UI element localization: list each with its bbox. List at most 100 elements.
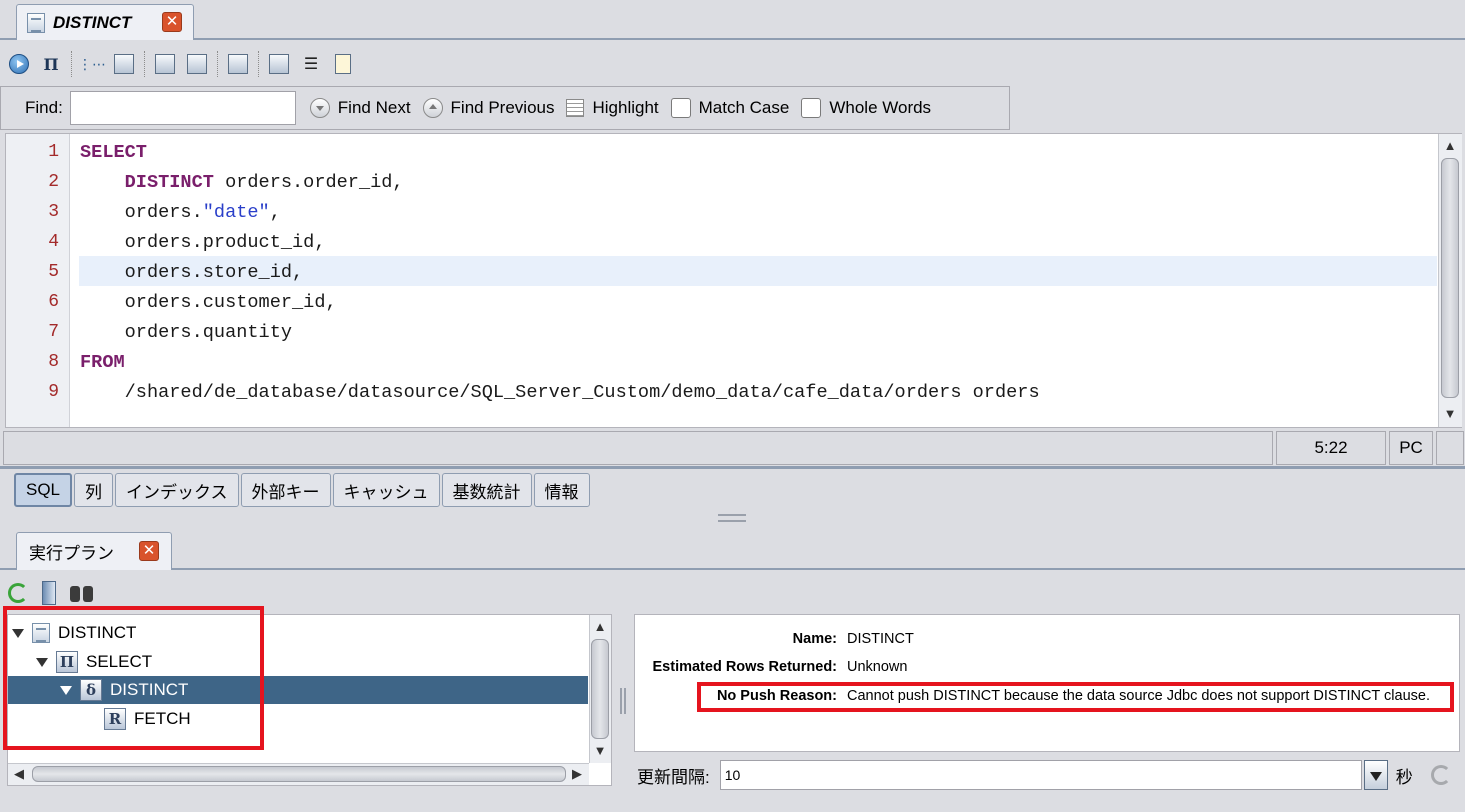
execution-plan-tab[interactable]: 実行プラン ✕ [16,532,172,570]
match-case-label: Match Case [698,98,790,117]
tab-foreign-keys[interactable]: 外部キー [240,473,331,507]
query-plan-button[interactable]: Π [39,52,63,76]
find-previous-button[interactable]: Find Previous [422,98,555,118]
toolbar-separator [144,51,145,77]
sql-editor[interactable]: 1 2 3 4 5 6 7 8 9 SELECT DISTINCT orders… [5,133,1462,428]
find-bar: Find: Find Next Find Previous Highlight … [0,86,1010,130]
line-number: 3 [48,202,59,222]
close-icon[interactable]: ✕ [162,12,182,32]
close-icon[interactable]: ✕ [139,541,159,561]
find-previous-label: Find Previous [450,98,555,117]
line-number: 6 [48,292,59,312]
object-tabs: SQL 列 インデックス 外部キー キャッシュ 基数統計 情報 [14,473,592,507]
tree-view-button[interactable]: ⋮⋯ [78,52,106,76]
arrow-down-icon [309,98,330,118]
format-button[interactable]: ☰ [299,52,323,76]
vertical-split-handle[interactable] [620,688,626,714]
tab-columns[interactable]: 列 [74,473,114,507]
refresh-icon[interactable] [8,583,28,603]
play-icon [9,54,29,74]
columns-icon[interactable] [42,581,56,605]
print-button[interactable] [112,52,136,76]
editor-tabbar: DISTINCT ✕ [0,0,1465,40]
scrollbar-thumb[interactable] [591,639,609,739]
toolbar-separator [258,51,259,77]
find-label: Find: [25,98,63,117]
code-line: orders."date", [80,202,281,223]
save-button[interactable] [153,52,177,76]
tab-cardinality[interactable]: 基数統計 [441,473,532,507]
code-text: orders.product_id, [124,232,326,253]
document-button[interactable] [331,52,355,76]
auto-refresh-icon[interactable] [1430,765,1451,785]
scrollbar-thumb[interactable] [32,766,566,782]
code-text: orders.store_id, [124,262,304,283]
execute-button[interactable] [7,52,31,76]
scrollbar-thumb[interactable] [1441,158,1459,398]
status-bar: 5:22 PC [3,431,1465,465]
tab-info[interactable]: 情報 [533,473,590,507]
tree-horizontal-scrollbar[interactable]: ◀ ▶ [8,763,589,785]
find-next-button[interactable]: Find Next [309,98,411,118]
code-text: , [269,202,281,223]
line-number: 1 [48,142,59,162]
interval-input[interactable] [719,760,1362,790]
highlight-icon [566,99,585,117]
scroll-up-icon[interactable]: ▲ [591,617,609,637]
sql-keyword: SELECT [80,142,147,163]
toolbar-separator [71,51,72,77]
status-message [3,431,1273,465]
code-line: orders.product_id, [80,232,326,253]
tab-cache[interactable]: キャッシュ [332,473,440,507]
code-text: orders.quantity [124,322,293,343]
match-case-checkbox[interactable]: Match Case [670,98,790,118]
new-query-button[interactable] [226,52,250,76]
plan-tab-label: 実行プラン [29,544,114,563]
document-icon [27,12,45,33]
code-line: DISTINCT orders.order_id, [80,172,404,193]
code-text: orders.order_id, [213,172,404,193]
line-number: 2 [48,172,59,192]
pane-divider [0,466,1465,469]
scroll-down-icon[interactable]: ▼ [591,741,609,761]
status-extra [1436,431,1464,465]
code-line: /shared/de_database/datasource/SQL_Serve… [80,382,1040,403]
scroll-left-icon[interactable]: ◀ [10,764,28,784]
plan-tabbar: 実行プラン ✕ [0,528,1465,570]
line-number-gutter: 1 2 3 4 5 6 7 8 9 [6,134,70,427]
highlight-button[interactable]: Highlight [566,98,659,118]
tab-sql[interactable]: SQL [14,473,73,507]
sql-string: "date" [202,202,270,223]
code-line: orders.customer_id, [80,292,337,313]
interval-dropdown-button[interactable] [1363,760,1388,790]
prop-name-key: Name: [792,631,837,647]
scroll-down-icon[interactable]: ▼ [1441,404,1459,424]
editor-vertical-scrollbar[interactable]: ▲ ▼ [1438,134,1462,427]
prop-rows-key: Estimated Rows Returned: [652,659,838,675]
find-input[interactable] [69,91,296,125]
editor-tab-distinct[interactable]: DISTINCT ✕ [16,4,194,40]
plan-toolbar [8,580,94,606]
export-button[interactable] [185,52,209,76]
sql-keyword: DISTINCT [124,172,214,193]
line-number: 4 [48,232,59,252]
properties-button[interactable] [267,52,291,76]
annotation-highlight-tree [3,606,264,750]
highlight-label: Highlight [592,98,659,117]
tab-indexes[interactable]: インデックス [115,473,239,507]
whole-words-checkbox[interactable]: Whole Words [801,98,931,118]
tree-vertical-scrollbar[interactable]: ▲ ▼ [589,615,611,763]
scroll-up-icon[interactable]: ▲ [1441,136,1459,156]
properties-icon [269,54,289,74]
code-line: orders.store_id, [80,262,304,283]
binoculars-icon[interactable] [70,582,94,604]
save-icon [155,54,175,74]
refresh-interval-row: 更新間隔: 秒 [637,758,1465,792]
scroll-right-icon[interactable]: ▶ [568,764,586,784]
prop-rows-value: Unknown [847,659,908,675]
split-handle[interactable] [718,514,746,522]
interval-unit: 秒 [1395,767,1413,787]
